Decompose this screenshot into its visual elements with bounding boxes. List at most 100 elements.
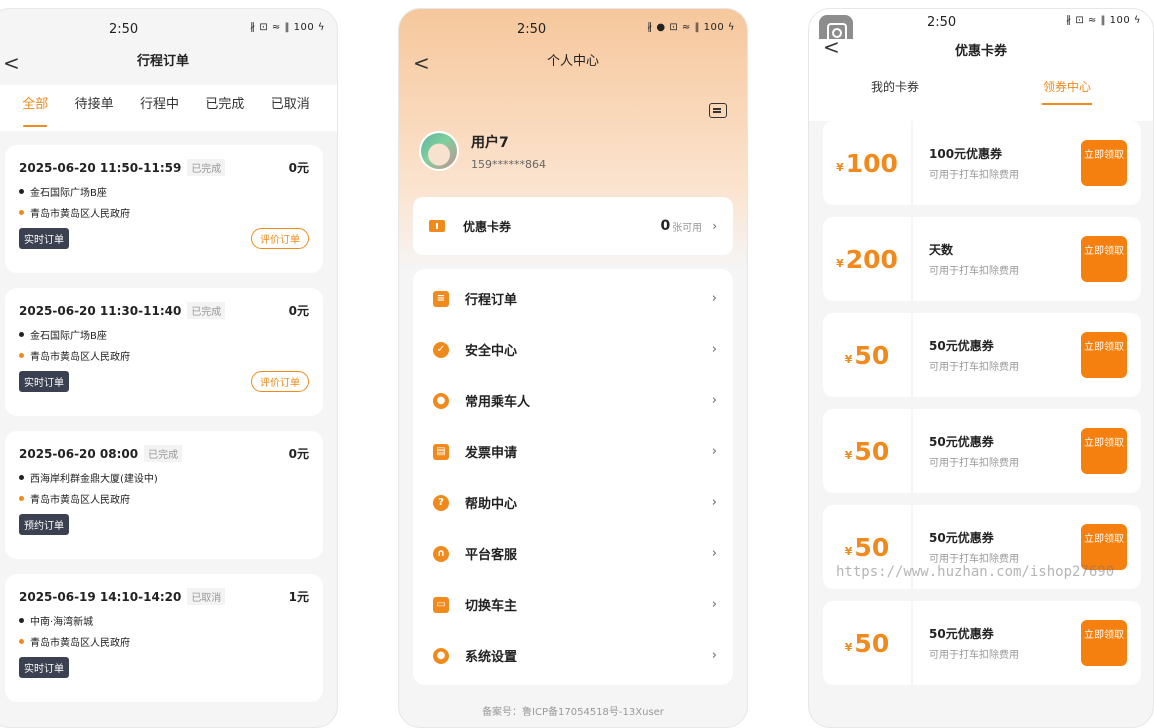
order-destination: 青岛市黄岛区人民政府: [30, 352, 130, 363]
coupon-amount: 50: [854, 628, 890, 658]
origin-dot-icon: [19, 332, 24, 337]
icp-footer: 备案号：鲁ICP备17054518号-13Xuser: [482, 707, 664, 718]
order-type-badge: 实时订单: [19, 657, 69, 678]
coupon-name: 50元优惠券: [929, 339, 994, 353]
menu-item-switch-driver[interactable]: ▭ 切换车主 ›: [413, 579, 733, 630]
claim-button[interactable]: 立即领取: [1081, 620, 1127, 666]
shield-icon: ✓: [433, 341, 449, 358]
menu-item-label: 行程订单: [465, 293, 518, 308]
destination-dot-icon: [19, 353, 24, 358]
order-price: 0元: [288, 161, 309, 175]
currency-symbol: ¥: [844, 544, 853, 558]
menu-item-label: 安全中心: [465, 344, 518, 359]
claim-button[interactable]: 立即领取: [1081, 140, 1127, 186]
menu-item-passengers[interactable]: ● 常用乘车人 ›: [413, 375, 733, 426]
status-time: 2:50: [517, 22, 547, 37]
coupon-name: 50元优惠券: [929, 435, 994, 449]
tab-in-progress[interactable]: 行程中: [140, 85, 179, 131]
currency-symbol: ¥: [844, 448, 853, 462]
menu-item-label: 发票申请: [465, 446, 518, 461]
coupon-name: 50元优惠券: [929, 627, 994, 641]
order-price: 0元: [288, 304, 309, 318]
order-price: 0元: [288, 447, 309, 461]
coupon-item: ¥100 100元优惠券可用于打车扣除费用 立即领取: [823, 121, 1141, 205]
destination-dot-icon: [19, 496, 24, 501]
order-origin: 金石国际广场B座: [30, 331, 107, 342]
menu-item-label: 系统设置: [465, 650, 518, 665]
menu-item-safety[interactable]: ✓ 安全中心 ›: [413, 324, 733, 375]
coupon-label: 优惠卡券: [463, 219, 512, 234]
coupon-amount: 50: [854, 340, 890, 370]
tab-coupon-center[interactable]: 领券中心: [981, 71, 1153, 113]
menu-item-settings[interactable]: ● 系统设置 ›: [413, 630, 733, 681]
coupon-desc: 可用于打车扣除费用: [929, 170, 1019, 181]
tab-my-coupons[interactable]: 我的卡券: [809, 71, 981, 113]
page-title: 行程订单: [136, 54, 189, 69]
message-icon[interactable]: [709, 103, 727, 118]
rate-order-button[interactable]: 评价订单: [251, 371, 309, 392]
coupon-amount: 100: [845, 148, 898, 178]
status-icons: ∦ ⊡ ≈ ‖ 100 ϟ: [1066, 15, 1141, 26]
coupon-desc: 可用于打车扣除费用: [929, 362, 1019, 373]
claim-button[interactable]: 立即领取: [1081, 332, 1127, 378]
destination-dot-icon: [19, 639, 24, 644]
coupon-amount: 50: [854, 436, 890, 466]
status-icons: ∦ ⊡ ≈ ‖ 100 ϟ: [250, 22, 325, 33]
order-price: 1元: [288, 590, 309, 604]
list-icon: ≡: [433, 290, 449, 307]
coupon-icon: [429, 220, 445, 232]
order-date: 2025-06-20 11:30-11:40: [19, 303, 182, 318]
order-card[interactable]: 2025-06-20 08:00 已完成 0元 西海岸利群金鼎大厦(建设中) 青岛市…: [5, 431, 323, 559]
rate-order-button[interactable]: 评价订单: [251, 228, 309, 249]
tab-all[interactable]: 全部: [22, 85, 48, 131]
menu-item-invoice[interactable]: ▤ 发票申请 ›: [413, 426, 733, 477]
coupon-entry[interactable]: 优惠卡券 0 张可用 ›: [413, 197, 733, 255]
headset-icon: ∩: [433, 545, 449, 562]
back-icon[interactable]: <: [823, 35, 840, 59]
order-type-badge: 预约订单: [19, 514, 69, 535]
chevron-right-icon: ›: [711, 444, 717, 459]
order-type-badge: 实时订单: [19, 371, 69, 392]
menu-item-label: 帮助中心: [465, 497, 518, 512]
order-destination: 青岛市黄岛区人民政府: [30, 638, 130, 649]
claim-button[interactable]: 立即领取: [1081, 236, 1127, 282]
back-icon[interactable]: <: [413, 51, 430, 75]
coupon-name: 100元优惠券: [929, 147, 1003, 161]
coupon-list: ¥100 100元优惠券 可用于打车扣除费用 立即领取 ¥200 天数 可用于打车扣除…: [809, 113, 1153, 685]
order-date: 2025-06-19 14:10-14:20: [19, 589, 182, 604]
order-card[interactable]: 2025-06-20 11:50-11:59 已完成 0元 金石国际广场B座 青岛市…: [5, 145, 323, 273]
chevron-right-icon: ›: [712, 219, 717, 233]
tab-completed[interactable]: 已完成: [205, 85, 244, 131]
user-info[interactable]: 用户7 159******864: [419, 131, 546, 171]
coupon-item: ¥50 50元优惠券可用于打车扣除费用 立即领取: [823, 409, 1141, 493]
menu-item-support[interactable]: ∩ 平台客服 ›: [413, 528, 733, 579]
currency-symbol: ¥: [844, 352, 853, 366]
order-origin: 中南·海湾新城: [30, 617, 94, 628]
profile-menu: ≡ 行程订单 › ✓ 安全中心 › ● 常用乘车人 › ▤ 发票申请 › ? 帮助中心 › ∩ 平台客…: [413, 269, 733, 685]
menu-item-label: 平台客服: [465, 548, 518, 563]
avatar[interactable]: [419, 131, 459, 171]
currency-symbol: ¥: [836, 160, 844, 174]
chevron-right-icon: ›: [711, 393, 717, 408]
currency-symbol: ¥: [836, 256, 844, 270]
chevron-right-icon: ›: [711, 495, 717, 510]
menu-item-help[interactable]: ? 帮助中心 ›: [413, 477, 733, 528]
status-bar: 2:50 ∦ ⊡ ≈ ‖ 100 ϟ: [809, 9, 1153, 39]
menu-item-label: 常用乘车人: [465, 395, 531, 410]
order-destination: 青岛市黄岛区人民政府: [30, 495, 130, 506]
coupon-desc: 可用于打车扣除费用: [929, 554, 1019, 565]
coupon-unit: 张可用: [672, 222, 703, 234]
claim-button[interactable]: 立即领取: [1081, 428, 1127, 474]
menu-item-orders[interactable]: ≡ 行程订单 ›: [413, 273, 733, 324]
nav-bar: < 优惠卡券: [809, 35, 1153, 71]
order-origin: 西海岸利群金鼎大厦(建设中): [30, 474, 158, 485]
tab-pending[interactable]: 待接单: [75, 85, 114, 131]
order-card[interactable]: 2025-06-19 14:10-14:20 已取消 1元 中南·海湾新城 青岛市黄…: [5, 574, 323, 702]
coupon-desc: 可用于打车扣除费用: [929, 458, 1019, 469]
origin-dot-icon: [19, 618, 24, 623]
tab-cancelled[interactable]: 已取消: [271, 85, 310, 131]
order-card[interactable]: 2025-06-20 11:30-11:40 已完成 0元 金石国际广场B座 青岛市…: [5, 288, 323, 416]
back-icon[interactable]: <: [3, 51, 20, 75]
chevron-right-icon: ›: [711, 597, 717, 612]
coupon-amount: 50: [854, 532, 890, 562]
